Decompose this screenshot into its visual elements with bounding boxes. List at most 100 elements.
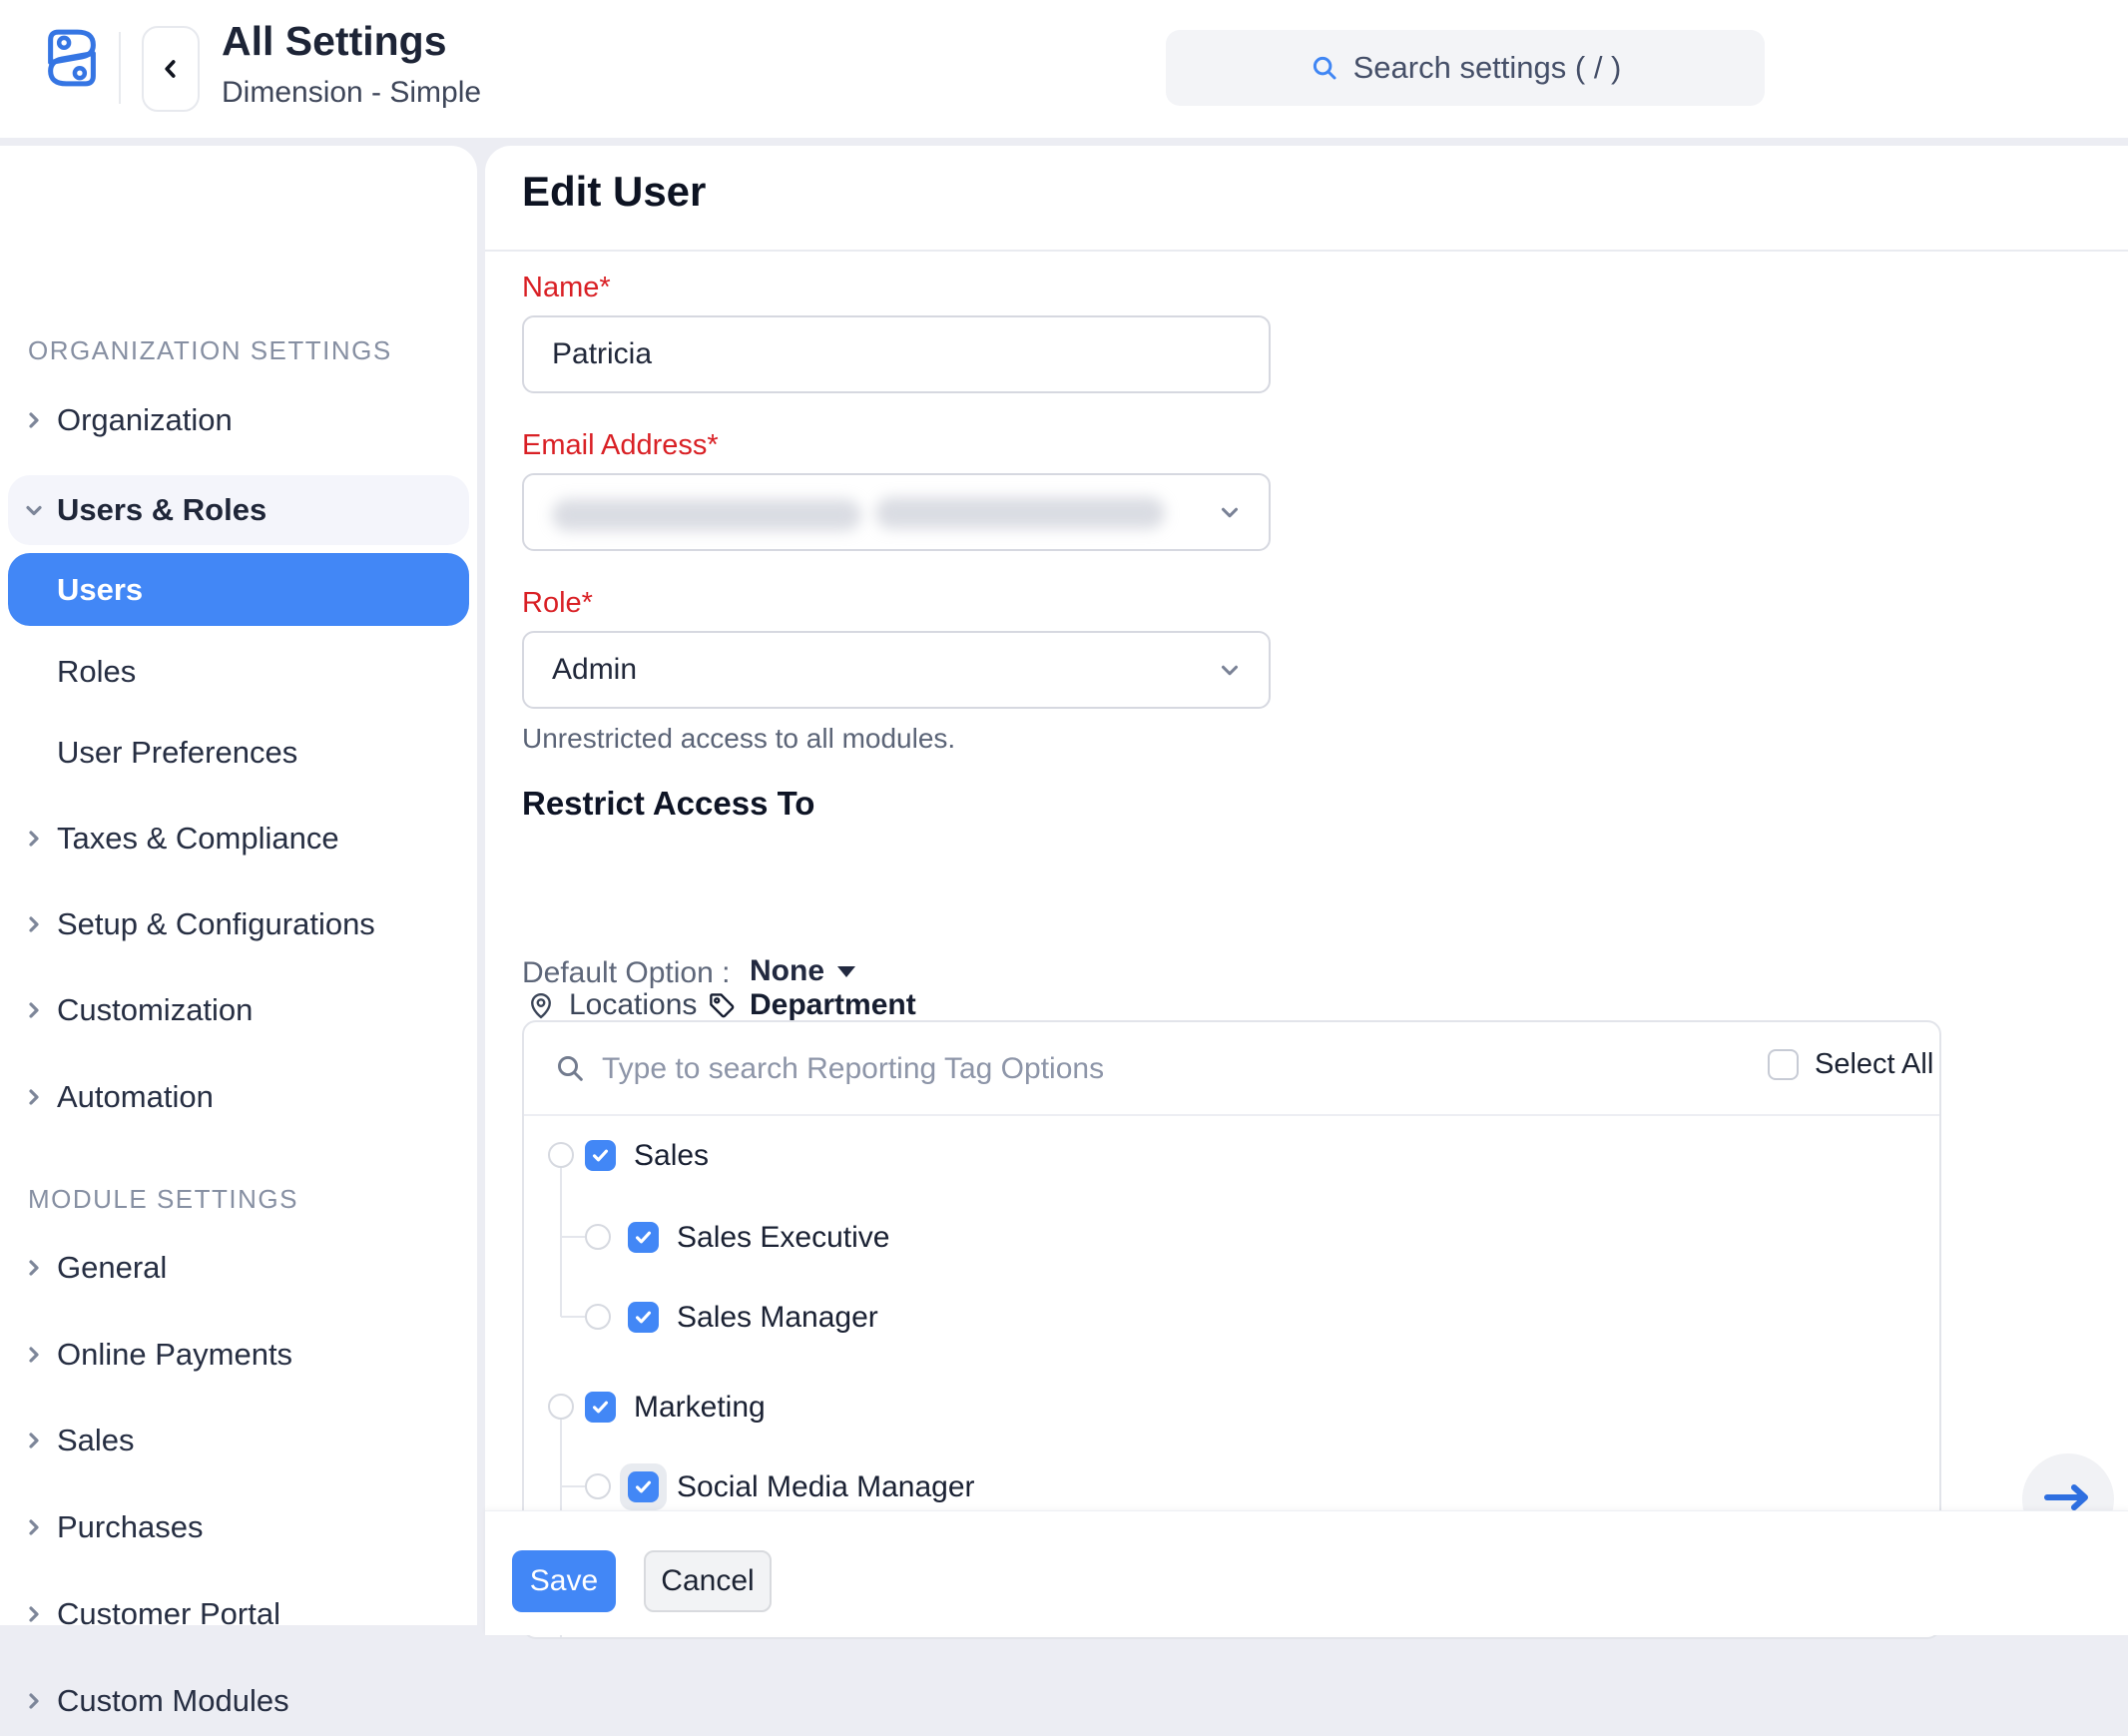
arrow-right-icon xyxy=(2042,1487,2094,1511)
email-select[interactable] xyxy=(522,473,1271,551)
chevron-right-icon xyxy=(22,1343,46,1367)
sidebar-item-organization[interactable]: Organization xyxy=(0,385,477,455)
sidebar-item-users-roles[interactable]: Users & Roles xyxy=(8,475,469,545)
sidebar-item-label: Taxes & Compliance xyxy=(57,821,339,857)
tab-locations[interactable]: Locations xyxy=(526,988,697,1022)
select-all-label: Select All xyxy=(1815,1048,1933,1081)
sidebar-item-label: General xyxy=(57,1250,167,1286)
sidebar-item-sales[interactable]: Sales xyxy=(0,1406,477,1475)
app-header: All Settings Dimension - Simple Search s… xyxy=(0,0,2128,138)
sidebar-item-label: Organization xyxy=(57,402,233,438)
chevron-right-icon xyxy=(22,1085,46,1109)
sidebar-item-custom-modules[interactable]: Custom Modules xyxy=(0,1666,477,1736)
settings-sidebar: ORGANIZATION SETTINGS Organization Users… xyxy=(0,146,477,1625)
checkbox-marketing[interactable] xyxy=(585,1392,616,1423)
chevron-right-icon xyxy=(22,912,46,936)
chevron-down-icon xyxy=(22,498,46,522)
chevron-right-icon xyxy=(22,998,46,1022)
sidebar-item-label: User Preferences xyxy=(57,735,297,771)
chevron-down-icon xyxy=(1217,499,1243,525)
sidebar-item-label: Users & Roles xyxy=(57,492,266,528)
sidebar-item-customer-portal[interactable]: Customer Portal xyxy=(0,1579,477,1649)
tree-item-label: Sales xyxy=(634,1139,709,1173)
role-selected-value: Admin xyxy=(552,653,637,687)
check-icon xyxy=(591,1146,610,1165)
sidebar-item-users[interactable]: Users xyxy=(8,553,469,626)
edit-user-panel: Edit User Name* Email Address* Role* Adm… xyxy=(485,146,2128,1635)
page-subtitle: Dimension - Simple xyxy=(222,76,481,110)
role-help-text: Unrestricted access to all modules. xyxy=(522,723,955,755)
check-icon xyxy=(634,1308,653,1327)
redacted-email-segment xyxy=(875,497,1165,529)
sidebar-item-label: Users xyxy=(57,572,143,608)
tab-label: Department xyxy=(750,988,916,1022)
chevron-right-icon xyxy=(22,1602,46,1626)
tree-item-label: Sales Executive xyxy=(677,1221,889,1255)
tree-item-label: Social Media Manager xyxy=(677,1470,975,1504)
chevron-right-icon xyxy=(22,1515,46,1539)
role-select[interactable]: Admin xyxy=(522,631,1271,709)
name-input[interactable] xyxy=(522,315,1271,393)
check-icon xyxy=(634,1228,653,1247)
sidebar-item-online-payments[interactable]: Online Payments xyxy=(0,1320,477,1390)
section-module-settings: MODULE SETTINGS xyxy=(28,1184,298,1215)
sidebar-item-setup-configurations[interactable]: Setup & Configurations xyxy=(0,889,477,959)
sidebar-item-label: Customer Portal xyxy=(57,1596,280,1632)
back-button[interactable] xyxy=(142,26,200,112)
search-icon xyxy=(554,1052,586,1084)
tree-item-label: Sales Manager xyxy=(677,1301,878,1335)
tree-node-circle xyxy=(585,1304,611,1330)
default-option-label: Default Option : xyxy=(522,956,730,990)
sidebar-item-roles[interactable]: Roles xyxy=(0,637,477,707)
sidebar-item-automation[interactable]: Automation xyxy=(0,1062,477,1132)
tree-connector xyxy=(560,1168,562,1317)
tree-node-circle xyxy=(585,1473,611,1499)
title-divider xyxy=(485,250,2128,252)
sidebar-item-label: Purchases xyxy=(57,1509,203,1545)
checkbox-unchecked-icon xyxy=(1768,1049,1799,1080)
select-all-checkbox[interactable]: Select All xyxy=(1768,1048,1933,1081)
save-button[interactable]: Save xyxy=(512,1550,616,1612)
price-tag-icon xyxy=(707,990,737,1020)
email-label: Email Address* xyxy=(522,429,719,462)
tree-connector xyxy=(561,1316,585,1318)
chevron-right-icon xyxy=(22,1429,46,1452)
chevron-right-icon xyxy=(22,827,46,851)
checkbox-social-media-manager[interactable] xyxy=(628,1471,659,1502)
default-option-dropdown[interactable]: None xyxy=(750,954,855,988)
form-action-bar: Save Cancel xyxy=(485,1510,2128,1635)
map-pin-icon xyxy=(526,990,556,1020)
sidebar-item-general[interactable]: General xyxy=(0,1233,477,1303)
form-title: Edit User xyxy=(522,168,706,216)
cancel-button[interactable]: Cancel xyxy=(644,1550,772,1612)
sidebar-item-customization[interactable]: Customization xyxy=(0,975,477,1045)
tree-node-circle xyxy=(585,1224,611,1250)
checkbox-sales-manager[interactable] xyxy=(628,1302,659,1333)
search-icon xyxy=(1310,53,1339,83)
caret-down-icon xyxy=(837,966,855,977)
sidebar-item-purchases[interactable]: Purchases xyxy=(0,1492,477,1562)
sidebar-item-label: Roles xyxy=(57,654,136,690)
sidebar-item-label: Customization xyxy=(57,992,253,1028)
sidebar-item-label: Custom Modules xyxy=(57,1683,289,1719)
settings-search-input[interactable]: Search settings ( / ) xyxy=(1166,30,1765,106)
role-label: Role* xyxy=(522,587,593,620)
tab-label: Locations xyxy=(569,988,697,1022)
header-divider xyxy=(119,32,121,104)
restrict-access-heading: Restrict Access To xyxy=(522,785,814,823)
page-title: All Settings xyxy=(222,18,447,65)
chevron-right-icon xyxy=(22,1256,46,1280)
sidebar-item-user-preferences[interactable]: User Preferences xyxy=(0,718,477,788)
checkbox-sales[interactable] xyxy=(585,1140,616,1171)
checkbox-sales-executive[interactable] xyxy=(628,1222,659,1253)
settings-search-placeholder: Search settings ( / ) xyxy=(1353,50,1622,86)
check-icon xyxy=(591,1398,610,1417)
tag-options-search-input[interactable] xyxy=(602,1040,1600,1098)
tab-department[interactable]: Department xyxy=(707,988,916,1022)
sidebar-item-label: Online Payments xyxy=(57,1337,292,1373)
tree-node-circle xyxy=(548,1394,574,1420)
chevron-right-icon xyxy=(22,1689,46,1713)
sidebar-item-taxes-compliance[interactable]: Taxes & Compliance xyxy=(0,804,477,873)
name-label: Name* xyxy=(522,272,611,304)
section-organization-settings: ORGANIZATION SETTINGS xyxy=(28,335,392,366)
